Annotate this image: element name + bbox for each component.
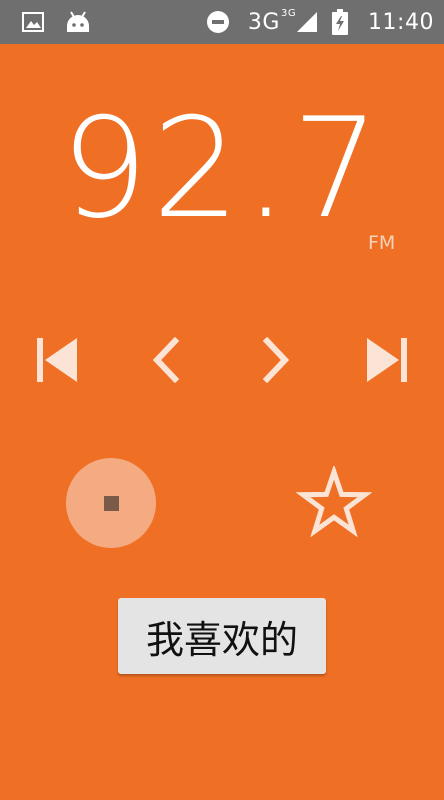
seek-previous-button[interactable] xyxy=(26,332,86,388)
network-type-indicator: 3G 3G xyxy=(244,0,300,44)
band-label: FM xyxy=(368,232,396,254)
network-type-label: 3G xyxy=(247,9,280,35)
signal-icon xyxy=(294,0,320,44)
image-icon xyxy=(18,0,48,44)
favorites-button[interactable]: 我喜欢的 xyxy=(118,598,326,674)
star-outline-icon xyxy=(296,466,372,538)
seek-next-button[interactable] xyxy=(358,332,418,388)
tune-down-button[interactable] xyxy=(142,332,188,388)
skip-previous-icon xyxy=(37,338,77,382)
skip-next-icon xyxy=(367,338,407,382)
record-stop-button[interactable] xyxy=(66,458,156,548)
android-icon xyxy=(62,0,94,44)
status-bar: 3G 3G 11:40 xyxy=(0,0,444,44)
stop-icon xyxy=(103,495,119,511)
tune-up-button[interactable] xyxy=(254,332,300,388)
clock: 11:40 xyxy=(358,0,444,44)
chevron-right-icon xyxy=(262,337,290,383)
fm-radio-screen: 3G 3G 11:40 92.7 FM 我喜欢的 xyxy=(0,0,444,800)
chevron-left-icon xyxy=(152,337,180,383)
favorite-toggle-button[interactable] xyxy=(294,462,374,546)
frequency-display: 92.7 xyxy=(60,88,384,249)
clock-time: 11:40 xyxy=(368,9,434,35)
battery-icon xyxy=(328,0,352,44)
do-not-disturb-icon xyxy=(202,0,234,44)
